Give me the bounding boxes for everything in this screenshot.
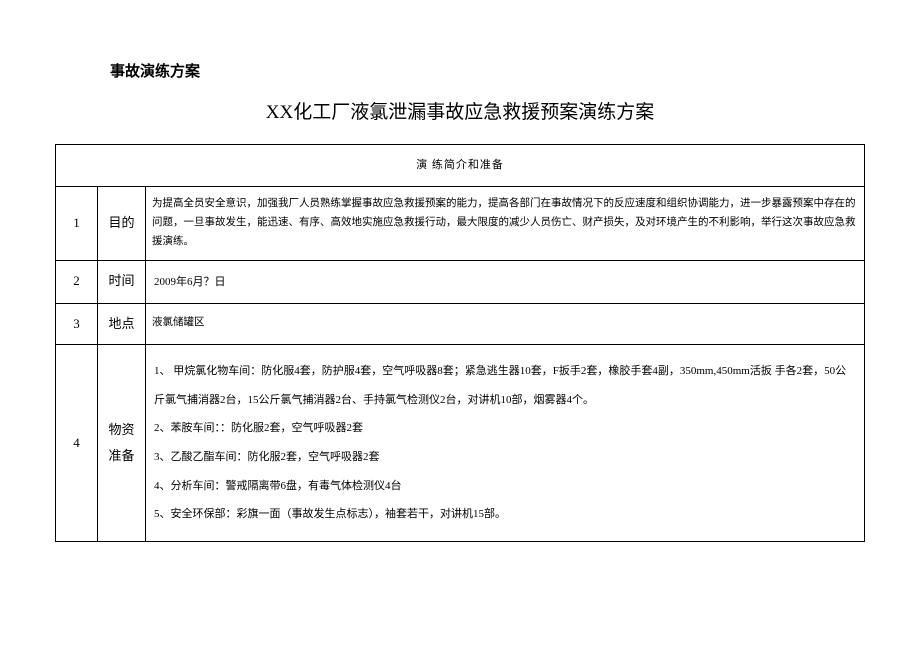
table-row: 1 目的 为提高全员安全意识，加强我厂人员熟练掌握事故应急救援预案的能力，提高各… [56,186,865,260]
row-content: 为提高全员安全意识，加强我厂人员熟练掌握事故应急救援预案的能力，提高各部门在事故… [146,186,865,260]
content-line: 5、安全环保部：彩旗一面（事故发生点标志），袖套若干，对讲机15部。 [154,500,856,529]
section-header: 演 练简介和准备 [56,145,865,187]
row-number: 4 [56,345,98,542]
row-content: 2009年6月？日 [146,260,865,303]
row-number: 3 [56,303,98,345]
table-row: 2 时间 2009年6月？日 [56,260,865,303]
row-label: 物资准备 [98,345,146,542]
content-line: 4、分析车间：警戒隔离带6盘，有毒气体检测仪4台 [154,472,856,501]
content-line: 3、乙酸乙酯车间：防化服2套，空气呼吸器2套 [154,443,856,472]
plan-table: 演 练简介和准备 1 目的 为提高全员安全意识，加强我厂人员熟练掌握事故应急救援… [55,144,865,542]
content-line: 2、苯胺车间：：防化服2套，空气呼吸器2套 [154,414,856,443]
row-content: 液氯储罐区 [146,303,865,345]
row-number: 2 [56,260,98,303]
table-row: 3 地点 液氯储罐区 [56,303,865,345]
header-title: 事故演练方案 [110,60,865,81]
row-label: 地点 [98,303,146,345]
row-label: 时间 [98,260,146,303]
content-line: 1、 甲烷氯化物车间：防化服4套，防护服4套，空气呼吸器8套；紧急逃生器10套，… [154,357,856,414]
row-label: 目的 [98,186,146,260]
table-row: 4 物资准备 1、 甲烷氯化物车间：防化服4套，防护服4套，空气呼吸器8套；紧急… [56,345,865,542]
row-number: 1 [56,186,98,260]
main-title: XX化工厂液氯泄漏事故应急救援预案演练方案 [55,97,865,124]
row-content: 1、 甲烷氯化物车间：防化服4套，防护服4套，空气呼吸器8套；紧急逃生器10套，… [146,345,865,542]
table-section-header-row: 演 练简介和准备 [56,145,865,187]
